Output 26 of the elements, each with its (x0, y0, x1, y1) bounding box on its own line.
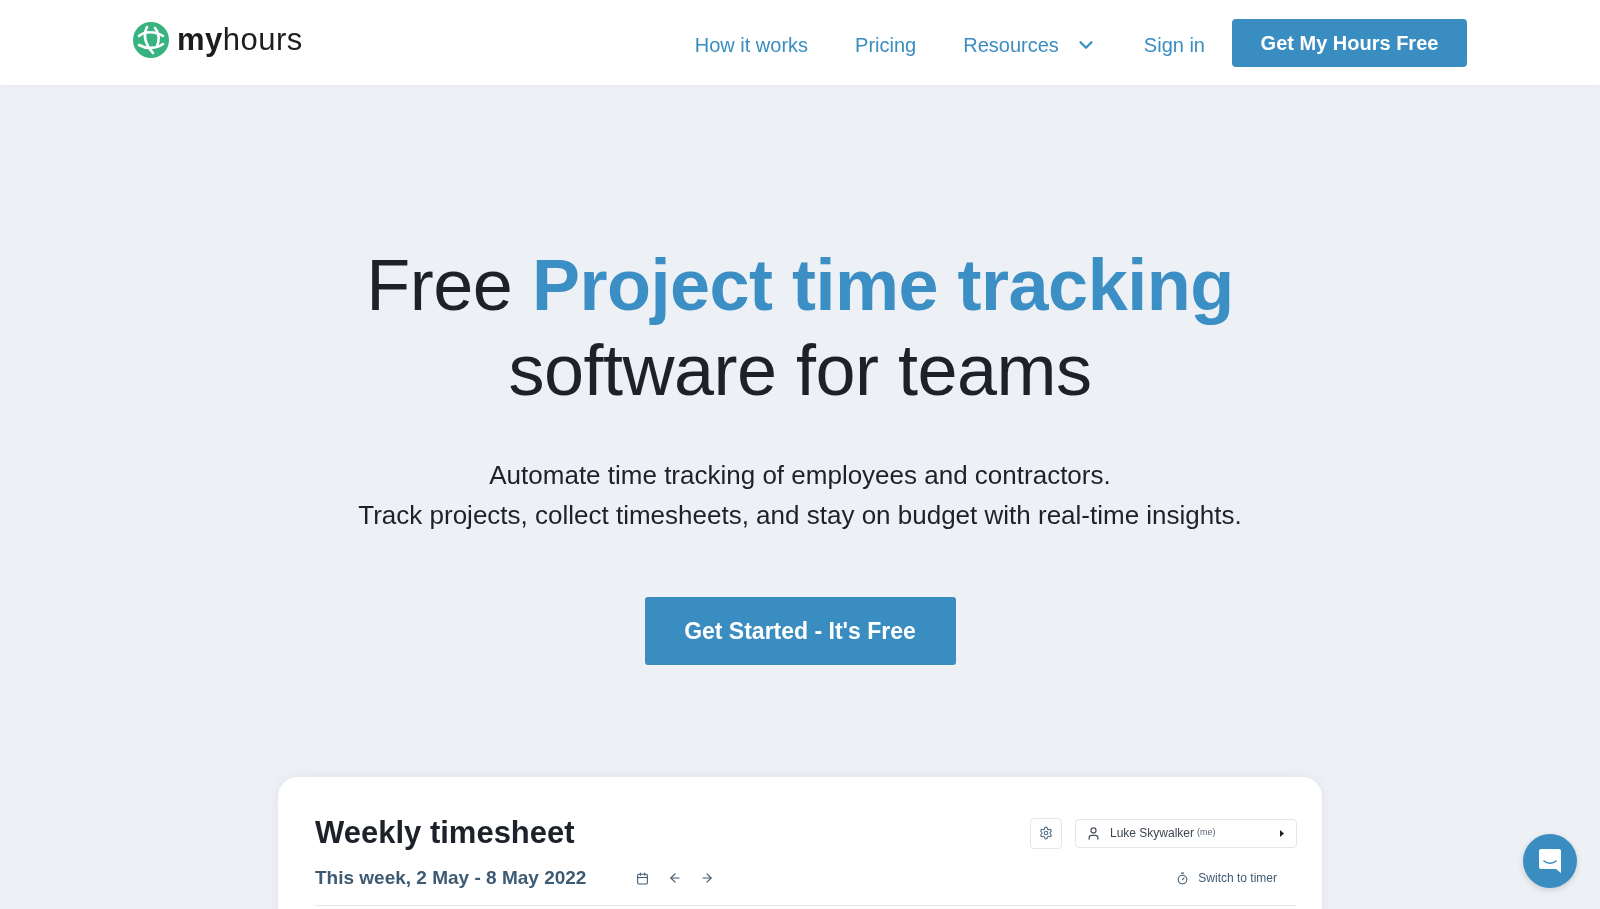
hero-headline: Free Project time tracking software for teams (366, 244, 1234, 412)
nav-dropdown[interactable]: Resources (963, 29, 1097, 60)
logo-wordmark[interactable]: myhours (177, 16, 303, 64)
chat-button[interactable] (1523, 834, 1577, 888)
week-range: This week, 2 May - 8 May 2022 (315, 865, 587, 890)
calendar-icon[interactable] (636, 871, 650, 885)
user-name: Luke Skywalker (1110, 825, 1195, 842)
arrow-right-icon[interactable] (700, 871, 715, 885)
timesheet-title: Weekly timesheet (315, 814, 575, 852)
settings-icon (1039, 826, 1053, 840)
arrow-left-icon[interactable] (668, 871, 683, 885)
nav-link[interactable]: How it works (694, 29, 809, 60)
get-started-button[interactable]: Get Started - It's Free (644, 597, 956, 665)
nav-link[interactable]: Sign in (1143, 29, 1205, 60)
user-note: (me) (1197, 826, 1216, 840)
hero-subtitle: Automate time tracking of employees and contractors. Track projects, collect timesheets, and stay on budget with real-time insights. (358, 459, 1242, 532)
caret-right-icon (1280, 829, 1284, 837)
user-icon (1086, 825, 1101, 841)
user-select[interactable]: Luke Skywalker (me) (1075, 818, 1297, 848)
stopwatch-icon (1176, 871, 1190, 885)
settings-button[interactable] (1030, 817, 1062, 849)
switch-to-timer-button[interactable]: Switch to timer (1176, 869, 1277, 887)
chat-bubble-icon (1539, 849, 1561, 873)
get-my-hours-free-button[interactable]: Get My Hours Free (1232, 18, 1467, 67)
nav-link[interactable]: Pricing (855, 29, 917, 60)
globe-logo-icon (133, 22, 169, 58)
